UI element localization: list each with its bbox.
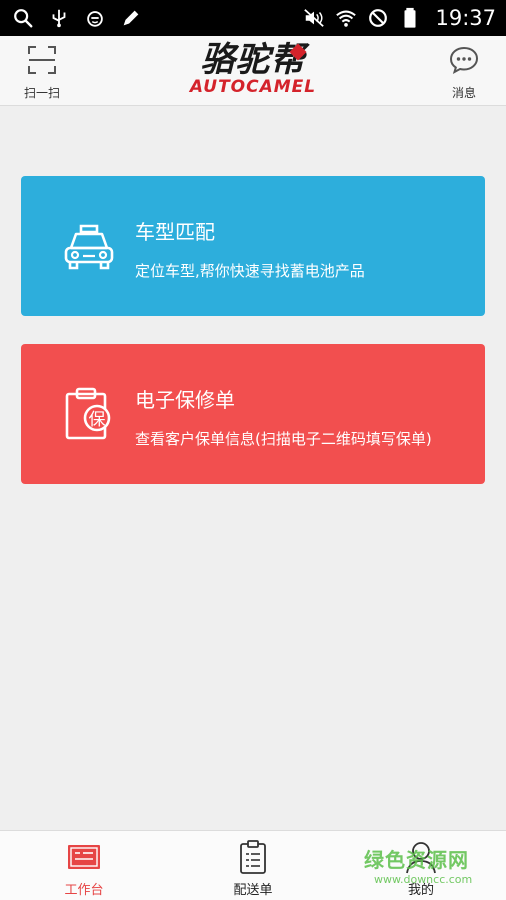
emoji-icon (84, 7, 106, 29)
warranty-icon: 保 (59, 384, 119, 444)
vehicle-match-title: 车型匹配 (135, 220, 215, 244)
nav-item-delivery[interactable]: 配送单 (193, 831, 313, 900)
workbench-icon (66, 839, 102, 875)
pencil-icon (120, 7, 142, 29)
status-time: 19:37 (435, 6, 496, 30)
warranty-desc: 查看客户保单信息(扫描电子二维码填写保单) (135, 430, 432, 448)
warranty-icon-text: 保 (89, 410, 106, 430)
bottom-nav: 工作台 配送单 我的 (0, 830, 506, 900)
search-icon (12, 7, 34, 29)
scan-icon (26, 44, 58, 80)
battery-icon (399, 7, 421, 29)
car-icon (59, 216, 119, 276)
message-icon (448, 44, 480, 80)
profile-icon (403, 839, 439, 875)
logo-cn-text: 骆驼帮 (200, 40, 306, 80)
wifi-icon (335, 7, 357, 29)
warranty-card[interactable]: 保 电子保修单 查看客户保单信息(扫描电子二维码填写保单) (21, 344, 485, 484)
nav-label-workbench: 工作台 (64, 883, 104, 898)
vehicle-match-desc: 定位车型,帮你快速寻找蓄电池产品 (135, 262, 365, 280)
status-bar: 19:37 (0, 0, 506, 36)
logo-en-text: AUTOCAMEL (189, 77, 317, 97)
nav-label-mine: 我的 (407, 883, 434, 898)
message-button[interactable]: 消息 (436, 44, 492, 100)
delivery-list-icon (235, 839, 271, 875)
app-logo: 骆驼帮 AUTOCAMEL (168, 42, 338, 100)
no-disturb-icon (367, 7, 389, 29)
nav-label-delivery: 配送单 (233, 883, 273, 898)
scan-button[interactable]: 扫一扫 (14, 44, 70, 100)
nav-item-mine[interactable]: 我的 (361, 831, 481, 900)
usb-icon (48, 7, 70, 29)
warranty-title: 电子保修单 (135, 388, 235, 412)
message-label: 消息 (451, 86, 476, 100)
mute-icon (303, 7, 325, 29)
nav-item-workbench[interactable]: 工作台 (24, 831, 144, 900)
scan-label: 扫一扫 (23, 86, 60, 100)
vehicle-match-card[interactable]: 车型匹配 定位车型,帮你快速寻找蓄电池产品 (21, 176, 485, 316)
app-header: 扫一扫 骆驼帮 AUTOCAMEL 消息 (0, 36, 506, 106)
